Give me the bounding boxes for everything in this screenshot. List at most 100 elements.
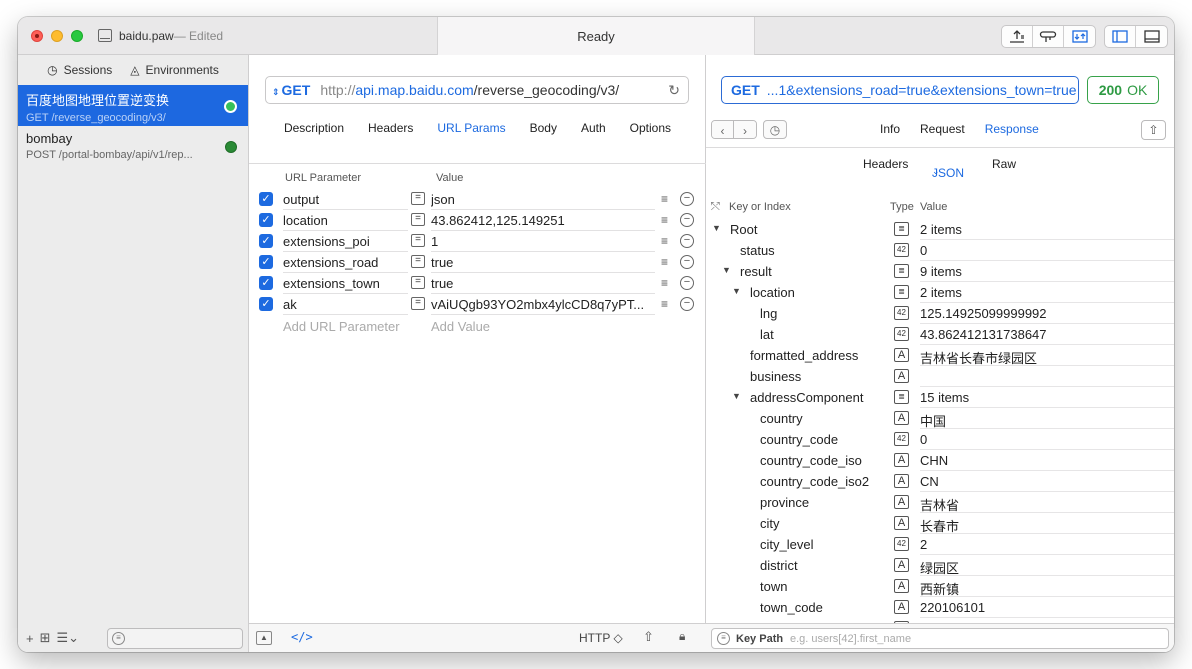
- close-window-button[interactable]: [31, 30, 43, 42]
- param-options-icon[interactable]: ≡: [661, 234, 668, 248]
- zoom-window-button[interactable]: [71, 30, 83, 42]
- json-tree-row[interactable]: town_code A 220106101: [706, 597, 1174, 618]
- toggle-sidebar-button[interactable]: [1105, 26, 1136, 47]
- json-tree-row[interactable]: district A 绿园区: [706, 555, 1174, 576]
- method-selector[interactable]: ⇕ GET: [272, 82, 310, 98]
- json-tree-row[interactable]: town A 西新镇: [706, 576, 1174, 597]
- param-key-field[interactable]: ak: [283, 297, 408, 315]
- param-options-icon[interactable]: ≡: [661, 297, 668, 311]
- param-value-field[interactable]: 1: [431, 234, 655, 252]
- tab-info[interactable]: Info: [870, 122, 910, 136]
- json-tree-row[interactable]: country_code_iso A CHN: [706, 450, 1174, 471]
- param-key-field[interactable]: location: [283, 213, 408, 231]
- json-tree-row[interactable]: province A 吉林省: [706, 492, 1174, 513]
- param-key-field[interactable]: extensions_poi: [283, 234, 408, 252]
- sidebar-filter-field[interactable]: ≡: [107, 628, 243, 649]
- back-button[interactable]: ‹: [712, 121, 734, 138]
- remove-param-icon[interactable]: −: [680, 213, 694, 227]
- param-value-field[interactable]: true: [431, 276, 655, 294]
- param-key-field[interactable]: extensions_town: [283, 276, 408, 294]
- json-tree-row[interactable]: city_level 42 2: [706, 534, 1174, 555]
- remove-param-icon[interactable]: −: [680, 276, 694, 290]
- param-options-icon[interactable]: ≡: [661, 276, 668, 290]
- json-tree-row[interactable]: ▼ result ≣ 9 items: [706, 261, 1174, 282]
- disclosure-triangle-icon[interactable]: ▼: [732, 286, 741, 296]
- json-tree-row[interactable]: business A: [706, 366, 1174, 387]
- remove-param-icon[interactable]: −: [680, 297, 694, 311]
- param-value-field[interactable]: vAiUQgb93YO2mbx4ylcCD8q7yPT...: [431, 297, 655, 315]
- json-tree-row[interactable]: ▼ location ≣ 2 items: [706, 282, 1174, 303]
- protocol-selector[interactable]: HTTP ◇: [579, 631, 623, 645]
- url-text[interactable]: http://api.map.baidu.com/reverse_geocodi…: [320, 82, 619, 98]
- disclosure-triangle-icon[interactable]: ▼: [722, 265, 731, 275]
- code-generator-icon[interactable]: </>: [291, 630, 313, 644]
- number-type-icon: 42: [894, 243, 909, 257]
- tab-options[interactable]: Options: [618, 121, 683, 141]
- param-value-field[interactable]: true: [431, 255, 655, 273]
- add-param-key-field[interactable]: Add URL Parameter: [283, 319, 400, 334]
- param-key-field[interactable]: output: [283, 192, 408, 210]
- json-tree-row[interactable]: ▼ addressComponent ≣ 15 items: [706, 387, 1174, 408]
- collapse-icon[interactable]: ▲: [256, 631, 272, 645]
- json-tree-row[interactable]: country A 中国: [706, 408, 1174, 429]
- json-tree-row[interactable]: country_code 42 0: [706, 429, 1174, 450]
- reload-icon[interactable]: ↻: [668, 82, 680, 99]
- key-path-field[interactable]: ≡ Key Path e.g. users[42].first_name: [711, 628, 1169, 649]
- share-response-button[interactable]: ⇧: [1141, 120, 1166, 140]
- forward-button[interactable]: ›: [734, 121, 756, 138]
- remove-param-icon[interactable]: −: [680, 255, 694, 269]
- disclosure-triangle-icon[interactable]: ▼: [732, 391, 741, 401]
- tab-description[interactable]: Description: [272, 121, 356, 141]
- param-key-field[interactable]: extensions_road: [283, 255, 408, 273]
- add-param-value-field[interactable]: Add Value: [431, 319, 490, 334]
- json-tree-row[interactable]: status 42 0: [706, 240, 1174, 261]
- param-value-field[interactable]: 43.862412,125.149251: [431, 213, 655, 231]
- param-options-icon[interactable]: ≡: [661, 192, 668, 206]
- param-enabled-checkbox[interactable]: ✓: [259, 213, 273, 227]
- new-group-icon[interactable]: ⊞: [40, 630, 51, 646]
- export-button[interactable]: [1002, 26, 1033, 47]
- tab-environments[interactable]: ◬ Environments: [130, 63, 219, 77]
- cookies-button[interactable]: [1033, 26, 1064, 47]
- sync-button[interactable]: [1064, 26, 1095, 47]
- add-icon[interactable]: +: [26, 631, 34, 646]
- param-enabled-checkbox[interactable]: ✓: [259, 234, 273, 248]
- param-enabled-checkbox[interactable]: ✓: [259, 276, 273, 290]
- share-icon[interactable]: ⇧: [643, 629, 654, 645]
- tab-headers[interactable]: Headers: [356, 121, 425, 141]
- disclosure-triangle-icon[interactable]: ▼: [712, 223, 721, 233]
- url-bar[interactable]: ⇕ GET http://api.map.baidu.com/reverse_ge…: [265, 76, 689, 104]
- format-raw[interactable]: Raw: [992, 157, 1016, 171]
- json-tree-row[interactable]: lat 42 43.862412131738647: [706, 324, 1174, 345]
- lock-icon[interactable]: 🔒︎: [679, 629, 685, 644]
- param-options-icon[interactable]: ≡: [661, 255, 668, 269]
- tab-body[interactable]: Body: [518, 121, 569, 141]
- json-tree-row[interactable]: city A 长春市: [706, 513, 1174, 534]
- tab-request[interactable]: Request: [910, 122, 975, 136]
- toggle-bottom-panel-button[interactable]: [1136, 26, 1167, 47]
- param-enabled-checkbox[interactable]: ✓: [259, 192, 273, 206]
- tab-url-params[interactable]: URL Params: [425, 121, 517, 141]
- tab-response[interactable]: Response: [975, 122, 1049, 136]
- collapse-all-icon[interactable]: ⤲: [711, 201, 720, 214]
- json-tree-row[interactable]: formatted_address A 吉林省长春市绿园区: [706, 345, 1174, 366]
- tab-sessions[interactable]: ◷ Sessions: [47, 63, 112, 77]
- json-tree-row[interactable]: lng 42 125.14925099999992: [706, 303, 1174, 324]
- sort-icon[interactable]: ☰⌄: [57, 630, 80, 646]
- format-headers[interactable]: Headers: [863, 157, 908, 171]
- remove-param-icon[interactable]: −: [680, 192, 694, 206]
- json-tree-row[interactable]: ▼ Root ≣ 2 items: [706, 219, 1174, 240]
- history-button[interactable]: ◷: [763, 120, 787, 139]
- param-value-field[interactable]: json: [431, 192, 655, 210]
- remove-param-icon[interactable]: −: [680, 234, 694, 248]
- tab-auth[interactable]: Auth: [569, 121, 618, 141]
- param-options-icon[interactable]: ≡: [661, 213, 668, 227]
- sidebar-item-baidu-request[interactable]: 百度地图地理位置逆变换 GET /reverse_geocoding/v3/: [18, 85, 248, 126]
- minimize-window-button[interactable]: [51, 30, 63, 42]
- status-text: OK: [1127, 82, 1148, 98]
- param-enabled-checkbox[interactable]: ✓: [259, 255, 273, 269]
- json-tree-row[interactable]: country_code_iso2 A CN: [706, 471, 1174, 492]
- sidebar-item-bombay-request[interactable]: bombay POST /portal-bombay/api/v1/rep...: [18, 126, 248, 167]
- param-enabled-checkbox[interactable]: ✓: [259, 297, 273, 311]
- response-url[interactable]: GET ...1&extensions_road=true&extensions…: [721, 76, 1079, 104]
